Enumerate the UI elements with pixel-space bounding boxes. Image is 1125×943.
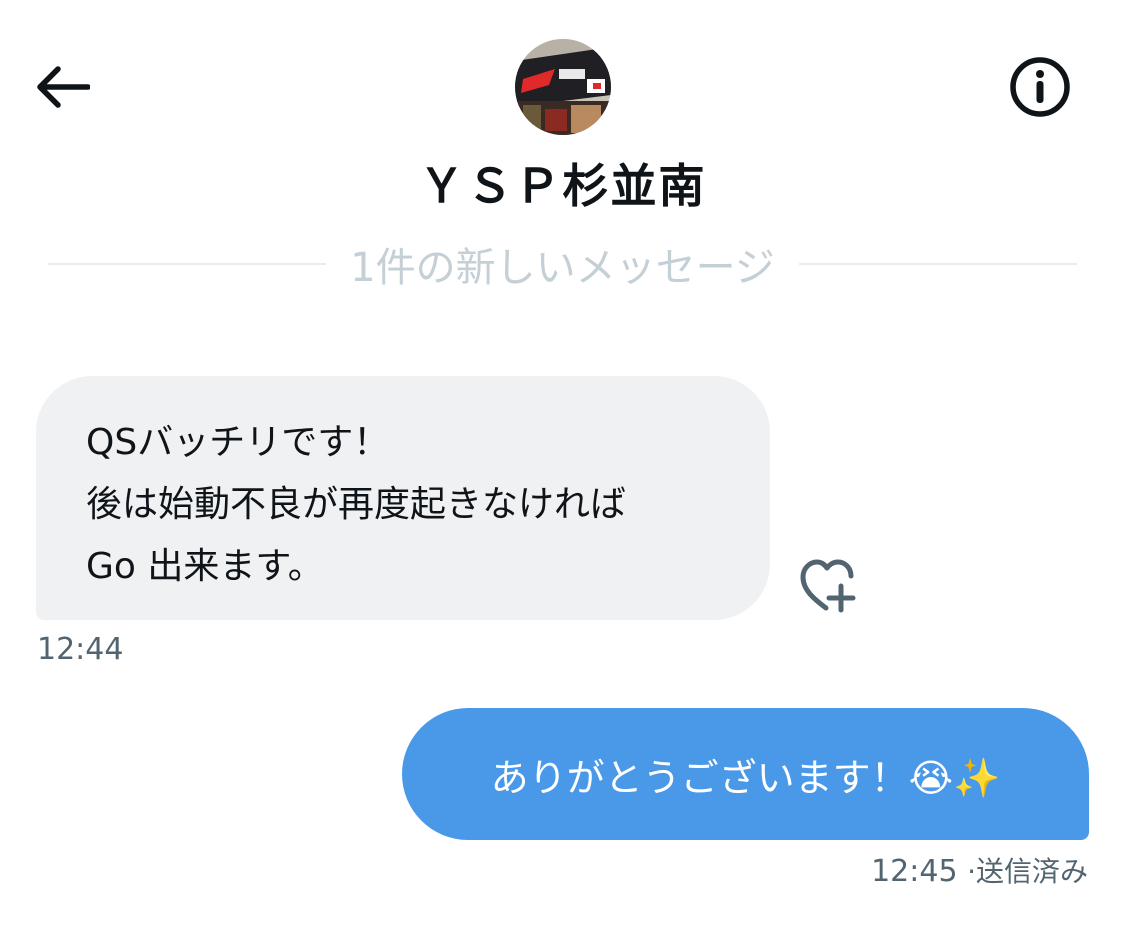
message-line: Go 出来ます。 (86, 546, 324, 587)
outgoing-message-meta: 12:45 ·送信済み (760, 850, 1088, 890)
message-line: 後は始動不良が再度起きなければ (86, 484, 627, 525)
conversation-info-button[interactable] (1000, 54, 1080, 124)
outgoing-message-bubble[interactable]: ありがとうございます！😭✨ (402, 708, 1089, 840)
message-line: QSバッチリです！ (86, 422, 390, 463)
divider-line-right (798, 263, 1077, 265)
dm-conversation-screen: ＹＳＰ杉並南 1件の新しいメッセージ QSバッチリです！ 後は始動不良が再度起き… (0, 0, 1125, 943)
message-timestamp: 12:45 (871, 854, 958, 889)
arrow-left-icon (34, 65, 91, 113)
info-icon (1008, 55, 1072, 123)
heart-plus-icon (796, 559, 866, 622)
sent-status: ·送信済み (967, 855, 1088, 888)
new-messages-divider: 1件の新しいメッセージ (48, 236, 1077, 292)
message-timestamp: 12:44 (37, 632, 124, 667)
add-reaction-button[interactable] (796, 554, 866, 618)
message-text: ありがとうございます！😭✨ (490, 755, 1001, 800)
avatar[interactable] (515, 39, 611, 135)
divider-line-left (48, 263, 327, 265)
new-messages-label: 1件の新しいメッセージ (350, 245, 775, 291)
incoming-message-bubble[interactable]: QSバッチリです！ 後は始動不良が再度起きなければ Go 出来ます。 (36, 376, 770, 620)
chat-title: ＹＳＰ杉並南 (418, 159, 707, 213)
back-button[interactable] (30, 60, 94, 118)
